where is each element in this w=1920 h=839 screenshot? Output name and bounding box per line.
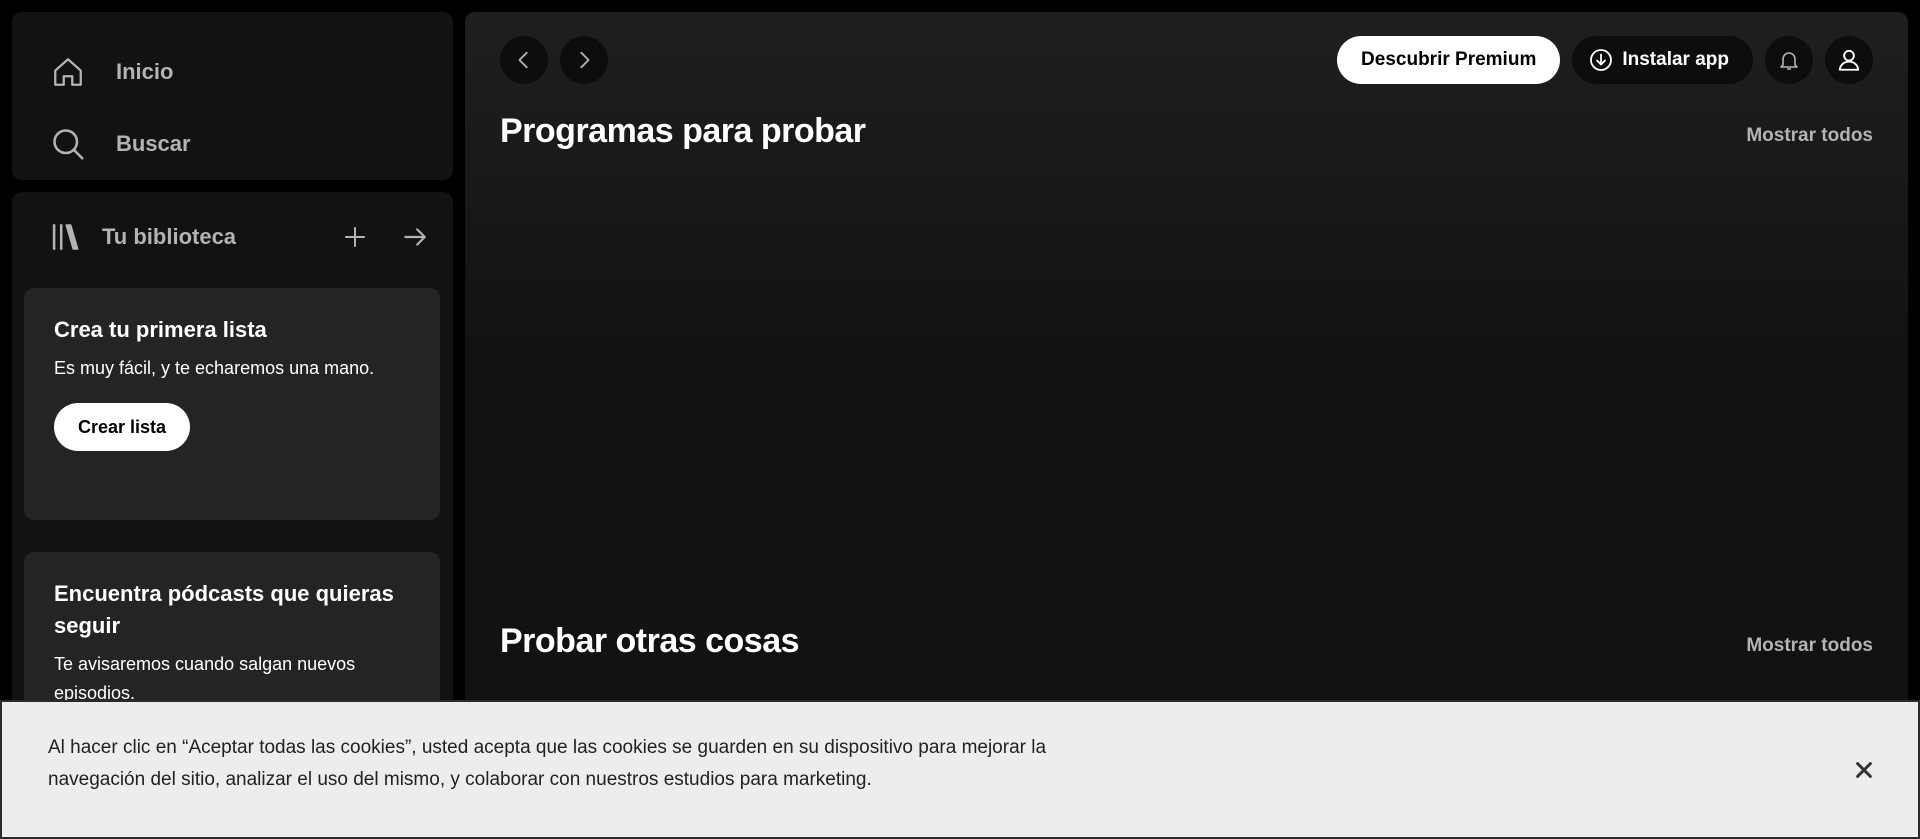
plus-icon[interactable]: [332, 214, 378, 260]
install-app-label: Instalar app: [1622, 49, 1729, 70]
section-title: Probar otras cosas: [500, 622, 800, 660]
promo-text: Es muy fácil, y te echaremos una mano.: [54, 358, 375, 378]
notifications-button[interactable]: [1765, 36, 1813, 84]
cookie-banner: Al hacer clic en “Aceptar todas las cook…: [0, 700, 1920, 839]
app-root: Inicio Buscar Tu biblioteca Crea tu prim…: [0, 0, 1920, 839]
promo-title: Crea tu primera lista: [54, 317, 267, 342]
top-actions: Descubrir Premium Instalar app: [1337, 36, 1873, 84]
chevron-right-icon: [580, 51, 590, 69]
install-app-button[interactable]: Instalar app: [1572, 36, 1753, 84]
user-icon: [1838, 49, 1860, 71]
sidebar-nav: Inicio Buscar: [12, 12, 453, 180]
library-panel: Tu biblioteca Crea tu primera lista Es m…: [12, 192, 453, 712]
bell-icon: [1780, 52, 1798, 70]
home-icon: [48, 52, 88, 92]
library-title[interactable]: Tu biblioteca: [102, 224, 236, 250]
discover-premium-button[interactable]: Descubrir Premium: [1337, 36, 1561, 84]
library-icon[interactable]: [48, 218, 86, 256]
show-all-link[interactable]: Mostrar todos: [1746, 635, 1873, 657]
forward-button[interactable]: [560, 36, 608, 84]
show-all-link[interactable]: Mostrar todos: [1746, 125, 1873, 147]
download-icon: [1588, 47, 1614, 73]
search-icon: [48, 124, 88, 164]
library-header: Tu biblioteca: [48, 214, 438, 260]
back-button[interactable]: [500, 36, 548, 84]
sidebar-item-home[interactable]: Inicio: [48, 48, 173, 96]
promo-title: Encuentra pódcasts que quieras seguir: [54, 581, 394, 638]
close-icon[interactable]: [1846, 752, 1882, 788]
arrow-right-icon[interactable]: [392, 214, 438, 260]
sidebar-item-label: Inicio: [116, 59, 174, 84]
create-playlist-card: Crea tu primera lista Es muy fácil, y te…: [24, 288, 440, 520]
podcasts-card: Encuentra pódcasts que quieras seguir Te…: [24, 552, 440, 712]
create-playlist-button[interactable]: Crear lista: [54, 403, 191, 451]
cookie-text: Al hacer clic en “Aceptar todas las cook…: [48, 737, 1047, 790]
sidebar-item-label: Buscar: [116, 131, 191, 156]
library-actions: [332, 214, 438, 260]
profile-button[interactable]: [1825, 36, 1873, 84]
sidebar-item-search[interactable]: Buscar: [48, 120, 191, 168]
chevron-left-icon: [518, 51, 528, 69]
section-title: Programas para probar: [500, 112, 866, 150]
